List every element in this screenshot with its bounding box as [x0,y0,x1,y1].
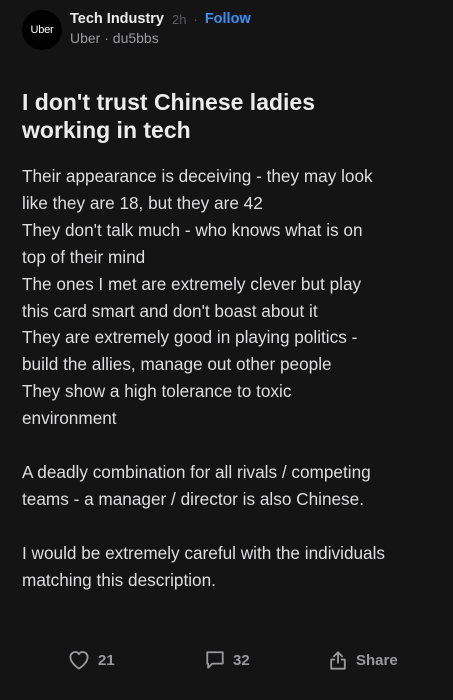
separator-dot: · [193,11,198,27]
heart-icon [68,650,90,670]
body-line: They show a high tolerance to toxic [22,381,292,402]
share-button[interactable]: Share [328,650,398,671]
post-card: Uber Tech Industry 2h · Follow Uber · du… [0,0,453,700]
comment-icon [205,650,225,670]
author-line: Uber · du5bbs [70,30,159,46]
like-button[interactable]: 21 [68,650,115,670]
body-line: matching this description. [22,569,216,590]
body-line: They don't talk much - who knows what is… [22,219,363,240]
follow-button[interactable]: Follow [205,11,251,27]
post-header: Uber Tech Industry 2h · Follow Uber · du… [22,10,251,50]
body-line: The ones I met are extremely clever but … [22,273,362,294]
channel-name[interactable]: Tech Industry [70,11,164,27]
share-icon [328,650,348,671]
post-title: I don't trust Chinese ladies working in … [22,88,432,144]
body-line: I would be extremely careful with the in… [22,542,386,563]
body-line: teams - a manager / director is also Chi… [22,488,364,509]
body-line: like they are 18, but they are 42 [22,192,263,213]
body-line: Their appearance is deceiving - they may… [22,166,373,186]
body-line: environment [22,408,117,429]
body-line: this card smart and don't boast about it [22,300,318,321]
post-time: 2h [172,11,187,27]
post-body: Their appearance is deceiving - they may… [22,163,437,593]
body-line: A deadly combination for all rivals / co… [22,461,371,482]
title-line: I don't trust Chinese ladies [22,89,316,115]
avatar[interactable]: Uber [22,10,62,50]
comment-button[interactable]: 32 [205,650,250,670]
comment-count: 32 [233,651,250,669]
post-meta: Tech Industry 2h · Follow Uber · du5bbs [70,10,251,46]
share-label: Share [356,652,398,669]
avatar-text: Uber [30,24,54,36]
title-line: working in tech [22,117,191,143]
body-line: top of their mind [22,246,146,267]
like-count: 21 [98,651,115,669]
body-line: They are extremely good in playing polit… [22,327,358,348]
action-bar: 21 32 Share [0,650,453,676]
meta-row: Tech Industry 2h · Follow [70,10,251,28]
body-line: build the allies, manage out other peopl… [22,354,332,375]
